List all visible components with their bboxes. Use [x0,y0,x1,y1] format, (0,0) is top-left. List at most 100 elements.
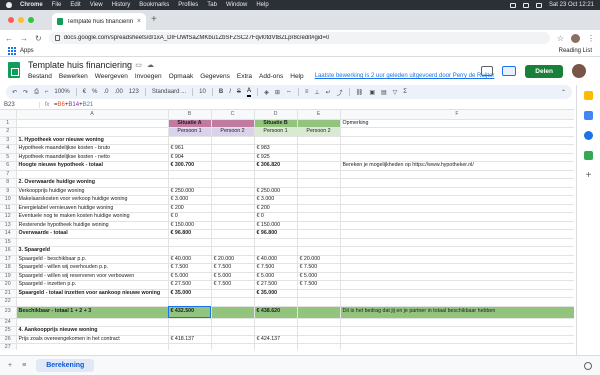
cell-c[interactable] [211,153,255,162]
cell-b[interactable]: € 27.500 [168,280,212,290]
cell-b[interactable]: € 35.000 [168,289,212,298]
row-header[interactable]: 26 [0,335,17,344]
row-header[interactable]: 27 [0,343,17,350]
all-sheets-icon[interactable]: ≡ [22,362,26,369]
cell-c[interactable] [211,306,255,319]
undo-icon[interactable]: ↶ [12,89,17,96]
cell-b[interactable] [168,318,212,327]
profile-avatar[interactable] [571,33,580,43]
menu-bewerken[interactable]: Bewerken [59,73,88,80]
cell-f[interactable] [340,326,574,336]
formula-input[interactable]: =B6+B14+B21 [54,102,93,108]
menu-help[interactable]: Help [256,2,268,8]
cell-c[interactable] [211,289,255,298]
cell-b[interactable] [168,136,212,145]
cell-f[interactable]: Bereken je mogelijkheden op https://www.… [340,161,574,171]
comments-icon[interactable] [502,66,517,76]
cell-a[interactable]: Overwaarde - totaal [16,229,169,239]
cell-c[interactable] [211,195,255,205]
cell-f[interactable] [340,238,574,247]
fill-color-icon[interactable]: ◈ [264,89,269,96]
move-folder-icon[interactable]: ▭ [135,61,142,69]
cell-e[interactable] [297,153,341,162]
cell-b[interactable]: € 5.000 [168,272,212,281]
name-box[interactable]: B23 [0,101,40,108]
cell-a[interactable]: Eventuele nog te maken kosten huidige wo… [16,212,169,222]
row-header[interactable]: 22 [0,297,17,307]
star-icon[interactable]: ☆ [557,34,564,43]
cell-e[interactable] [297,144,341,154]
cell-d[interactable]: € 96.800 [254,229,298,239]
menu-add-ons[interactable]: Add-ons [259,73,283,80]
cell-f[interactable] [340,204,574,213]
cell-d[interactable]: € 424.137 [254,335,298,344]
cell-d[interactable] [254,170,298,179]
cell-c[interactable] [211,187,255,196]
cell-b[interactable] [168,170,212,179]
increase-decimal-button[interactable]: .00 [114,89,122,95]
back-icon[interactable]: ← [5,34,13,43]
insert-comment-icon[interactable]: ▣ [369,89,375,96]
cell-d[interactable] [254,326,298,336]
contacts-icon[interactable] [584,131,593,140]
cell-a[interactable] [16,119,169,128]
menu-history[interactable]: History [112,2,131,8]
wrap-text-icon[interactable]: ↵ [326,89,331,96]
row-header[interactable]: 3 [0,136,17,145]
menu-gegevens[interactable]: Gegevens [200,73,230,80]
cell-a[interactable] [16,318,169,327]
cell-c[interactable] [211,212,255,222]
row-header[interactable]: 17 [0,255,17,264]
cell-b[interactable] [168,178,212,188]
cell-a[interactable]: 2. Overwaarde huidige woning [16,178,169,188]
cell-e[interactable] [297,289,341,298]
cell-c[interactable] [211,297,255,307]
cell-a[interactable]: 4. Aankoopprijs nieuwe woning [16,326,169,336]
menu-bookmarks[interactable]: Bookmarks [139,2,169,8]
cell-b[interactable]: € 300.700 [168,161,212,171]
cell-c[interactable] [211,246,255,256]
close-window-icon[interactable] [8,17,14,23]
cell-e[interactable] [297,343,341,350]
cell-f[interactable] [340,221,574,230]
strikethrough-button[interactable]: S [237,89,241,95]
cell-f[interactable] [340,272,574,281]
cell-d[interactable]: € 35.000 [254,289,298,298]
cell-f[interactable] [340,212,574,222]
cell-e[interactable]: € 5.000 [297,272,341,281]
cell-b[interactable]: € 0 [168,212,212,222]
more-menu-icon[interactable]: ⋮ [587,34,595,43]
cell-f[interactable] [340,246,574,256]
cell-a[interactable]: Hoogte nieuwe hypotheek - totaal [16,161,169,171]
cell-e[interactable] [297,229,341,239]
cell-d[interactable] [254,246,298,256]
row-header[interactable]: 5 [0,153,17,162]
bold-button[interactable]: B [219,89,223,95]
cell-a[interactable]: 3. Spaargeld [16,246,169,256]
print-icon[interactable]: ⎙ [34,89,39,96]
redo-icon[interactable]: ↷ [23,89,28,96]
control-center-icon[interactable] [535,2,542,8]
cell-b[interactable] [168,343,212,350]
cell-b[interactable]: € 96.800 [168,229,212,239]
reading-list-link[interactable]: Reading List [559,48,592,54]
minimize-window-icon[interactable] [18,17,24,23]
tasks-icon[interactable] [584,111,593,120]
bookmark-apps[interactable]: Apps [20,48,34,54]
close-tab-icon[interactable]: × [137,18,141,25]
column-header[interactable]: E [297,110,341,120]
cell-b[interactable]: Situatie A [168,119,212,128]
account-avatar[interactable] [572,64,586,78]
cell-b[interactable]: € 7.500 [168,263,212,273]
row-header[interactable]: 15 [0,238,17,247]
cell-d[interactable]: € 0 [254,212,298,222]
cell-b[interactable]: € 40.000 [168,255,212,264]
cell-e[interactable] [297,297,341,307]
cell-d[interactable]: € 5.000 [254,272,298,281]
cell-d[interactable]: Situatie B [254,119,298,128]
cell-e[interactable] [297,238,341,247]
row-header[interactable]: 14 [0,229,17,239]
cell-c[interactable]: € 20.000 [211,255,255,264]
cell-e[interactable]: € 20.000 [297,255,341,264]
align-vertical-icon[interactable]: ⊥ [314,89,319,96]
